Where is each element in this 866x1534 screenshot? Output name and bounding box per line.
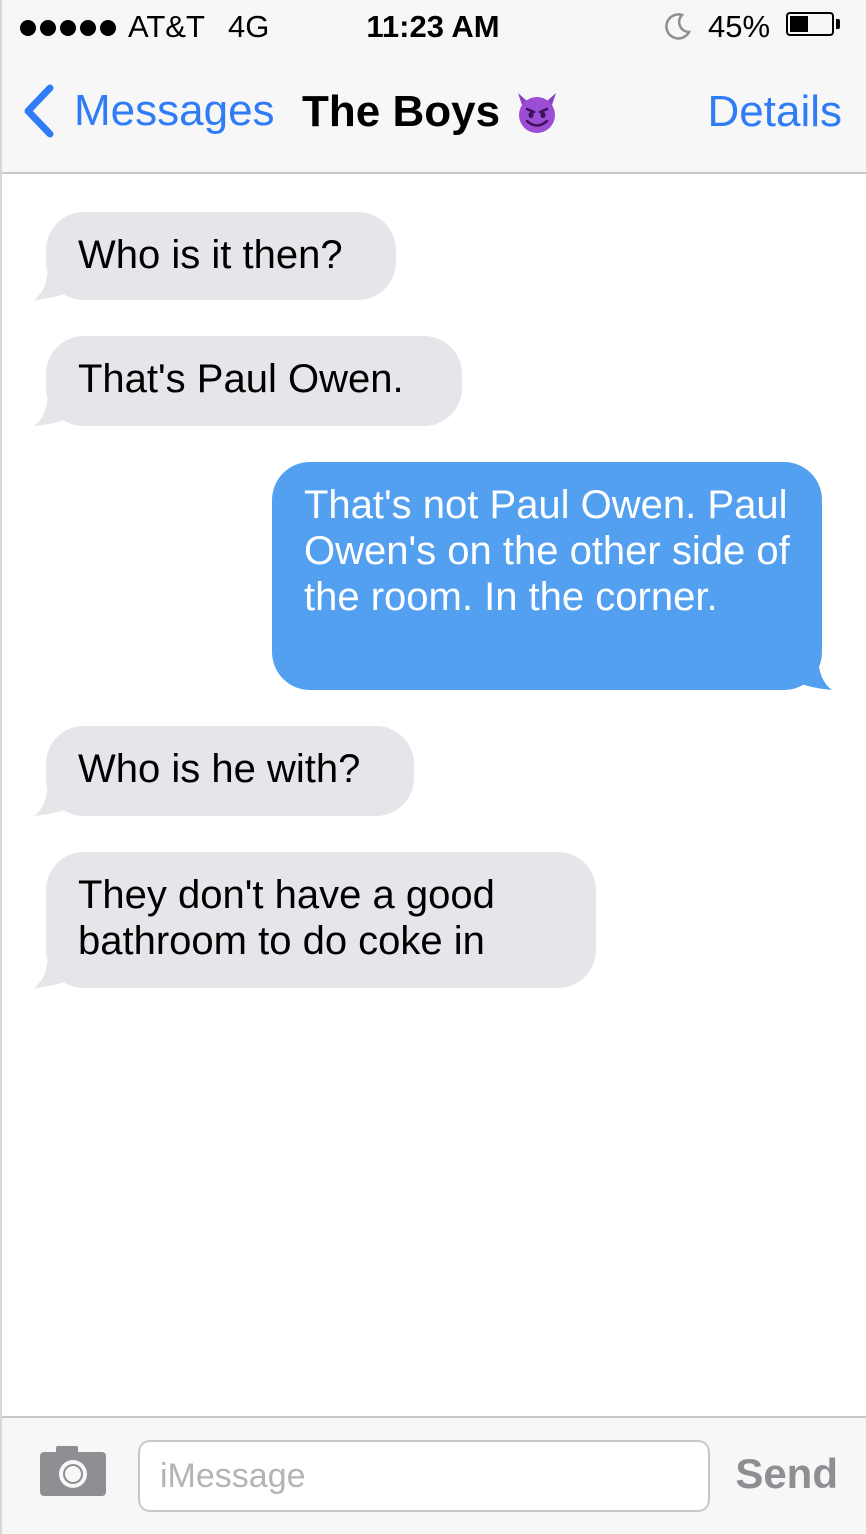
send-button[interactable]: Send xyxy=(735,1448,838,1500)
messages-screen: AT&T 4G 11:23 AM 45% Messages The Boys D… xyxy=(0,0,866,1534)
outgoing-message[interactable]: That's not Paul Owen. Paul Owen's on the… xyxy=(272,462,822,690)
conversation-title[interactable]: The Boys xyxy=(302,84,560,140)
camera-icon[interactable] xyxy=(38,1444,108,1498)
nav-bar: Messages The Boys Details xyxy=(0,54,866,174)
battery-level xyxy=(790,16,808,32)
moon-icon xyxy=(665,13,692,40)
incoming-message[interactable]: They don't have a good bathroom to do co… xyxy=(46,852,596,988)
message-thread[interactable]: Who is it then? That's Paul Owen. That's… xyxy=(0,174,866,1416)
screen-edge xyxy=(0,0,2,1534)
incoming-message[interactable]: That's Paul Owen. xyxy=(46,336,462,426)
incoming-message[interactable]: Who is he with? xyxy=(46,726,414,816)
details-button[interactable]: Details xyxy=(708,84,843,140)
incoming-message[interactable]: Who is it then? xyxy=(46,212,396,300)
battery-percent: 45% xyxy=(708,9,771,44)
message-input[interactable] xyxy=(138,1440,710,1512)
chevron-left-icon xyxy=(24,84,54,138)
back-label: Messages xyxy=(74,86,275,135)
status-bar: AT&T 4G 11:23 AM 45% xyxy=(0,0,866,54)
smiling-devil-icon xyxy=(518,93,557,133)
battery-tip xyxy=(836,19,840,29)
compose-bar: Send xyxy=(0,1416,866,1534)
back-button[interactable]: Messages xyxy=(20,80,275,142)
conversation-title-text: The Boys xyxy=(302,87,501,136)
battery-icon xyxy=(786,12,834,36)
